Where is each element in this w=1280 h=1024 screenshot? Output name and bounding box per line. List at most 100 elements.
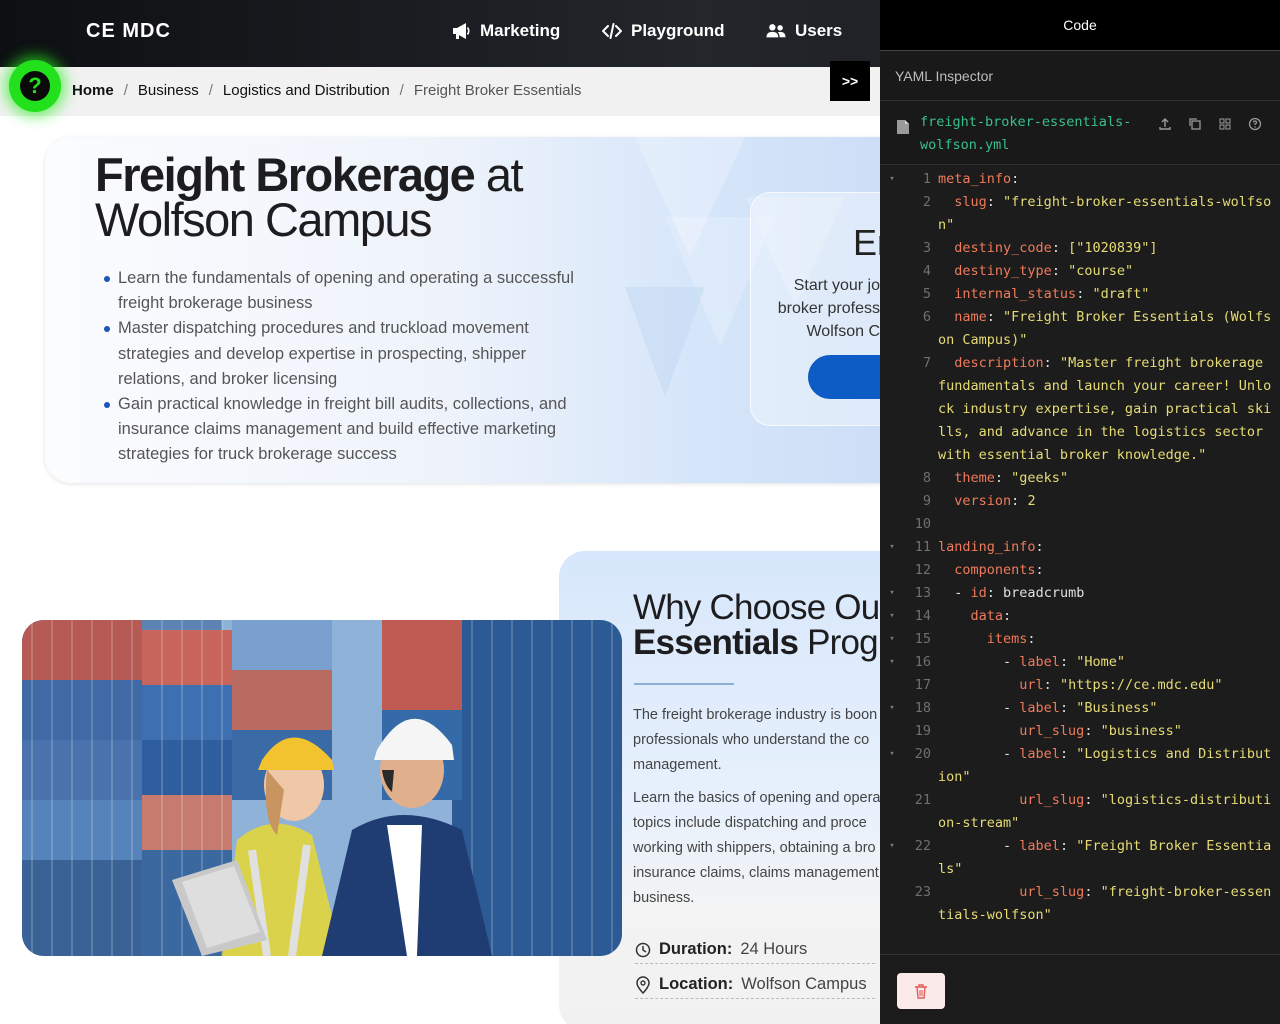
line-number: 15 xyxy=(914,631,931,647)
code-token: label xyxy=(1019,746,1060,762)
code-token: : xyxy=(1027,631,1036,647)
code-line: ▾ 1 meta_info: xyxy=(880,168,1280,191)
code-line: 6 name: "Freight Broker Essentials (Wolf… xyxy=(880,306,1280,352)
line-number: 23 xyxy=(914,884,931,900)
fold-gutter xyxy=(880,674,904,697)
code-line: ▾ 11 landing_info: xyxy=(880,536,1280,559)
hero-title-at: at xyxy=(474,148,524,201)
megaphone-icon xyxy=(453,23,470,39)
line-number: 1 xyxy=(922,171,931,187)
location-pin-icon xyxy=(636,975,650,994)
fold-gutter xyxy=(880,789,904,835)
nav-item-users[interactable]: Users xyxy=(766,21,842,41)
code-token: ["1020839"] xyxy=(1068,240,1158,256)
enroll-description: Start your jo broker profess Wolfson C xyxy=(770,274,880,343)
trash-icon xyxy=(915,984,927,999)
nav-item-label: Users xyxy=(795,21,843,40)
fold-gutter xyxy=(880,490,904,513)
code-text: url: "https://ce.mdc.edu" xyxy=(938,674,1278,697)
code-text: version: 2 xyxy=(938,490,1278,513)
grid-icon[interactable] xyxy=(1216,117,1234,131)
yaml-filename[interactable]: freight-broker-essentials-wolfson.yml xyxy=(920,111,1150,157)
why-title-bold: Essentials xyxy=(633,623,799,662)
hero-bullet-list: Learn the fundamentals of opening and op… xyxy=(104,266,594,468)
line-number: 19 xyxy=(914,723,931,739)
code-token: "geeks" xyxy=(1011,470,1069,486)
fold-toggle-icon[interactable]: ▾ xyxy=(880,536,904,559)
code-token: : xyxy=(1051,263,1069,279)
code-text: components: xyxy=(938,559,1278,582)
code-token: : xyxy=(986,309,1004,325)
clock-icon xyxy=(635,942,651,957)
brand-logo[interactable]: CE MDC xyxy=(86,20,171,43)
code-line: ▾ 22 - label: "Freight Broker Essentials" xyxy=(880,835,1280,881)
code-token: : xyxy=(1084,884,1101,900)
toggle-inspector-button[interactable]: >> xyxy=(830,61,870,101)
breadcrumb-business[interactable]: Business xyxy=(138,82,199,99)
code-token: : xyxy=(1084,792,1101,808)
nav-item-playground[interactable]: Playground xyxy=(602,21,725,41)
code-line: ▾ 15 items: xyxy=(880,628,1280,651)
code-token: : xyxy=(1059,838,1077,854)
code-token: - xyxy=(938,654,1020,670)
help-button[interactable]: ? xyxy=(9,60,61,112)
list-item: Learn the fundamentals of opening and op… xyxy=(104,266,594,316)
enroll-line: Start your jo xyxy=(793,277,880,294)
breadcrumb-separator: / xyxy=(123,82,128,99)
breadcrumb-home[interactable]: Home xyxy=(72,82,114,99)
code-token: url_slug xyxy=(1019,723,1085,739)
code-token: "Home" xyxy=(1076,654,1125,670)
code-token: label xyxy=(1019,700,1060,716)
code-text: url_slug: "business" xyxy=(938,720,1278,743)
duration-row: Duration: 24 Hours xyxy=(635,940,875,964)
fold-toggle-icon[interactable]: ▾ xyxy=(880,697,904,720)
fold-toggle-icon[interactable]: ▾ xyxy=(880,605,904,628)
code-token: components xyxy=(954,562,1036,578)
upload-icon[interactable] xyxy=(1156,117,1174,131)
paragraph-line: working with shippers, obtaining a bro xyxy=(633,840,876,856)
code-token: : xyxy=(1076,286,1093,302)
code-token: items xyxy=(986,631,1028,647)
hero-title-line2: Wolfson Campus xyxy=(95,193,433,246)
code-token: : xyxy=(994,470,1012,486)
why-paragraph-1: The freight brokerage industry is boon p… xyxy=(633,703,893,778)
code-text: url_slug: "logistics-distribution-stream… xyxy=(938,789,1278,835)
line-number: 10 xyxy=(914,516,931,532)
fold-toggle-icon[interactable]: ▾ xyxy=(880,651,904,674)
delete-button[interactable] xyxy=(897,973,945,1009)
help-icon[interactable] xyxy=(1246,117,1264,131)
fold-toggle-icon[interactable]: ▾ xyxy=(880,628,904,651)
paragraph-line: professionals who understand the co xyxy=(633,732,870,748)
code-token: : xyxy=(1003,608,1012,624)
why-title-line1: Why Choose Ou xyxy=(633,588,880,627)
code-text: - label: "Freight Broker Essentials" xyxy=(938,835,1278,881)
fold-gutter xyxy=(880,513,904,536)
code-token: "https://ce.mdc.edu" xyxy=(1059,677,1223,693)
nav-item-label: Marketing xyxy=(480,21,561,40)
duration-label: Duration: xyxy=(659,940,733,958)
nav-item-marketing[interactable]: Marketing xyxy=(451,21,560,41)
line-number: 22 xyxy=(914,838,931,854)
fold-toggle-icon[interactable]: ▾ xyxy=(880,835,904,881)
breadcrumb-logistics[interactable]: Logistics and Distribution xyxy=(223,82,390,99)
breadcrumb-separator: / xyxy=(208,82,213,99)
copy-icon[interactable] xyxy=(1186,117,1204,131)
code-text: url_slug: "freight-broker-essentials-wol… xyxy=(938,881,1278,927)
code-token: name xyxy=(954,309,987,325)
divider xyxy=(634,683,734,685)
line-number: 6 xyxy=(922,309,931,325)
code-token: - xyxy=(938,700,1020,716)
code-token: meta_info xyxy=(938,171,1012,187)
line-number: 12 xyxy=(914,562,931,578)
enroll-line: broker profess xyxy=(777,300,880,317)
fold-toggle-icon[interactable]: ▾ xyxy=(880,168,904,191)
yaml-code-editor[interactable]: ▾ 1 meta_info: 2 slug: "freight-broker-esse… xyxy=(880,168,1280,954)
fold-toggle-icon[interactable]: ▾ xyxy=(880,582,904,605)
fold-toggle-icon[interactable]: ▾ xyxy=(880,743,904,789)
